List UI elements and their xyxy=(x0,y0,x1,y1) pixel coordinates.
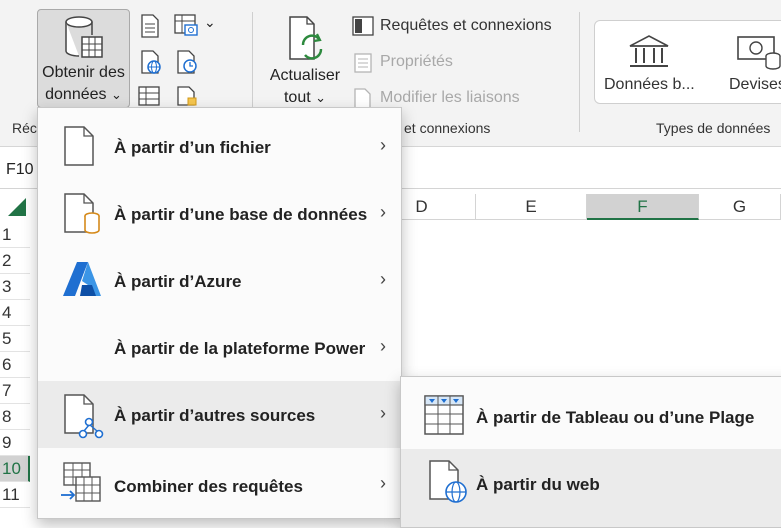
row-header-9[interactable]: 9 xyxy=(0,430,30,456)
refresh-icon xyxy=(287,15,327,61)
group-label-data-types: Types de données xyxy=(656,120,771,136)
properties-icon xyxy=(354,53,372,73)
name-box[interactable]: F10 xyxy=(0,156,38,184)
menu-item-label: À partir d’une base de données xyxy=(114,205,368,224)
row-header-6[interactable]: 6 xyxy=(0,352,30,378)
select-all-corner[interactable] xyxy=(0,194,30,220)
get-data-button[interactable]: Obtenir des données ⌄ xyxy=(37,9,130,108)
other-sources-icon xyxy=(62,393,106,439)
chevron-right-icon: › xyxy=(380,336,386,356)
combine-queries-icon xyxy=(60,461,102,505)
from-table-small-icon[interactable] xyxy=(138,86,160,106)
refresh-all-button[interactable]: Actualiser tout ⌄ xyxy=(262,9,348,108)
menu-item-label: À partir d’un fichier xyxy=(114,138,271,157)
row-header-7[interactable]: 7 xyxy=(0,378,30,404)
stocks-data-type-button[interactable]: Données b... xyxy=(604,76,695,94)
web-file-icon xyxy=(427,459,469,505)
queries-connections-button[interactable]: Requêtes et connexions xyxy=(380,17,552,35)
table-range-icon xyxy=(423,394,465,436)
column-header-g[interactable]: G xyxy=(699,194,781,220)
menu-item-label: À partir d’Azure xyxy=(114,272,242,291)
bank-icon[interactable] xyxy=(628,34,670,70)
azure-icon xyxy=(62,261,102,297)
currencies-data-type-button[interactable]: Devises xyxy=(729,76,781,94)
edit-links-button[interactable]: Modifier les liaisons xyxy=(380,89,520,107)
submenu-item-from-web[interactable]: À partir du web xyxy=(401,449,781,527)
from-picture-icon[interactable] xyxy=(174,14,200,38)
column-header-f[interactable]: F xyxy=(587,194,699,220)
queries-connections-icon xyxy=(352,16,374,36)
menu-item-from-other-sources[interactable]: À partir d’autres sources › xyxy=(38,381,401,448)
chevron-right-icon: › xyxy=(380,135,386,155)
menu-item-from-azure[interactable]: À partir d’Azure › xyxy=(38,247,401,314)
group-label-get-data: Réc xyxy=(12,120,37,136)
row-header-4[interactable]: 4 xyxy=(0,300,30,326)
menu-item-label: À partir de la plateforme Power xyxy=(114,339,366,358)
row-header-10[interactable]: 10 xyxy=(0,456,30,482)
menu-item-from-database[interactable]: À partir d’une base de données › xyxy=(38,180,401,247)
other-sources-submenu: À partir de Tableau ou d’une Plage À par… xyxy=(400,376,781,528)
recent-sources-icon[interactable] xyxy=(176,50,198,74)
menu-item-combine-queries[interactable]: Combiner des requêtes › xyxy=(38,451,401,518)
row-header-2[interactable]: 2 xyxy=(0,248,30,274)
refresh-label-2-text: tout xyxy=(283,89,311,106)
get-data-label-2-text: données xyxy=(45,86,107,103)
row-header-1[interactable]: 1 xyxy=(0,222,30,248)
from-text-csv-icon[interactable] xyxy=(140,14,160,38)
submenu-item-label: À partir du web xyxy=(476,475,600,494)
chevron-down-icon: ⌄ xyxy=(315,90,327,105)
ribbon-separator-2 xyxy=(579,12,580,132)
menu-item-from-power-platform[interactable]: À partir de la plateforme Power › xyxy=(38,314,401,381)
group-label-queries: et connexions xyxy=(404,120,491,136)
menu-item-label: Combiner des requêtes xyxy=(114,477,303,496)
database-file-icon xyxy=(62,192,102,236)
chevron-right-icon: › xyxy=(380,269,386,289)
get-data-menu: À partir d’un fichier › À partir d’une b… xyxy=(37,107,402,519)
currency-icon[interactable] xyxy=(737,34,781,70)
properties-button[interactable]: Propriétés xyxy=(380,53,453,71)
existing-connections-icon[interactable] xyxy=(176,86,198,106)
picture-dropdown-chevron-icon[interactable]: ⌄ xyxy=(204,14,216,31)
refresh-label-2: tout ⌄ xyxy=(263,87,347,109)
submenu-item-from-table-range[interactable]: À partir de Tableau ou d’une Plage xyxy=(401,382,781,449)
column-header-e[interactable]: E xyxy=(476,194,587,220)
row-header-3[interactable]: 3 xyxy=(0,274,30,300)
chevron-right-icon: › xyxy=(380,202,386,222)
database-grid-icon xyxy=(64,15,104,61)
get-data-label-1: Obtenir des xyxy=(42,64,125,81)
menu-item-label: À partir d’autres sources xyxy=(114,406,316,425)
row-header-8[interactable]: 8 xyxy=(0,404,30,430)
menu-item-from-file[interactable]: À partir d’un fichier › xyxy=(38,113,401,180)
file-icon xyxy=(62,125,96,167)
get-data-label-2: données ⌄ xyxy=(38,84,129,106)
submenu-item-label: À partir de Tableau ou d’une Plage xyxy=(476,408,755,427)
from-web-small-icon[interactable] xyxy=(140,50,162,74)
chevron-down-icon: ⌄ xyxy=(110,87,122,102)
chevron-right-icon: › xyxy=(380,403,386,423)
row-header-5[interactable]: 5 xyxy=(0,326,30,352)
refresh-label-1: Actualiser xyxy=(269,67,341,84)
row-header-11[interactable]: 11 xyxy=(0,482,30,508)
chevron-right-icon: › xyxy=(380,473,386,493)
